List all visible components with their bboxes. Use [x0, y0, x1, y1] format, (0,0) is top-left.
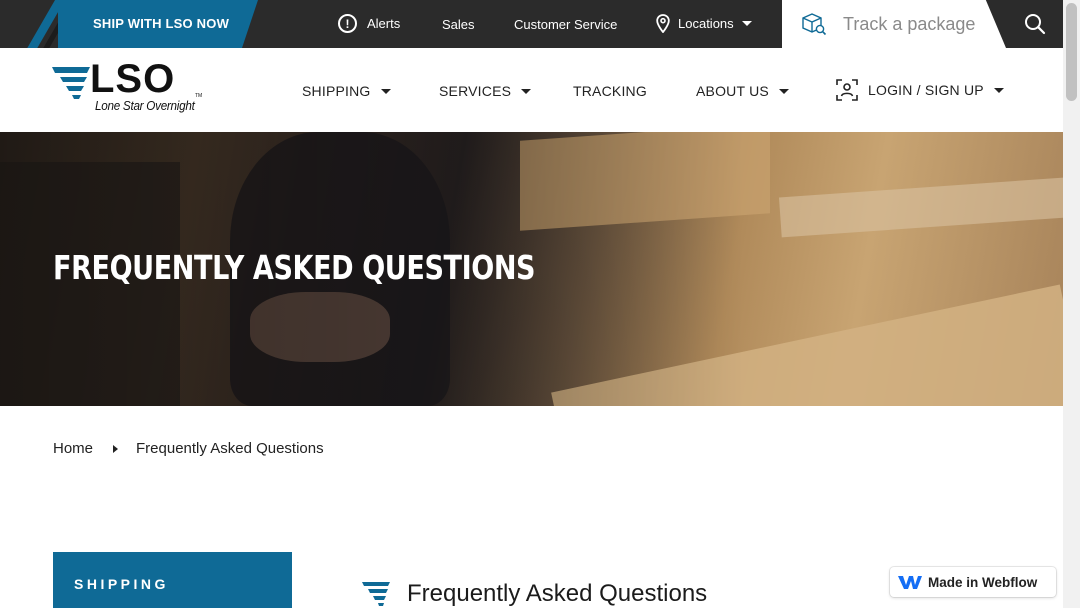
page-title: FREQUENTLY ASKED QUESTIONS: [53, 248, 536, 287]
lso-logo[interactable]: LSO TM Lone Star Overnight: [52, 59, 212, 116]
nav-login-label: LOGIN / SIGN UP: [868, 82, 984, 98]
scrollbar-thumb[interactable]: [1066, 3, 1077, 101]
nav-tracking[interactable]: TRACKING: [573, 83, 647, 99]
ship-with-lso-button[interactable]: SHIP WITH LSO NOW: [0, 0, 258, 48]
sales-link[interactable]: Sales: [442, 17, 475, 32]
alerts-link[interactable]: ! Alerts: [338, 14, 400, 33]
nav-tracking-label: TRACKING: [573, 83, 647, 99]
nav-services-label: SERVICES: [439, 83, 512, 99]
logo-wordmark: LSO: [90, 57, 176, 101]
nav-services[interactable]: SERVICES: [439, 83, 532, 99]
sidebar-tab-shipping[interactable]: SHIPPING: [53, 552, 292, 608]
chevron-down-icon: [993, 87, 1004, 93]
chevron-down-icon: [741, 21, 752, 26]
made-in-webflow-badge[interactable]: Made in Webflow: [890, 567, 1056, 597]
locations-label: Locations: [678, 16, 734, 31]
breadcrumb-home-link[interactable]: Home: [53, 440, 93, 457]
nav-login-signup[interactable]: LOGIN / SIGN UP: [836, 79, 1004, 101]
breadcrumb-arrow-icon: [113, 444, 119, 453]
logo-tagline: Lone Star Overnight: [95, 98, 195, 113]
chevron-down-icon: [778, 88, 789, 94]
logo-speed-bars-icon: [52, 67, 90, 99]
hero-banner: FREQUENTLY ASKED QUESTIONS: [0, 132, 1063, 406]
page-scrollbar[interactable]: [1063, 0, 1080, 608]
nav-about-label: ABOUT US: [696, 83, 769, 99]
utility-bar: SHIP WITH LSO NOW ! Alerts Sales Custome…: [0, 0, 1063, 48]
package-search-icon: [802, 13, 827, 36]
track-package-field[interactable]: Track a package: [782, 0, 1006, 48]
nav-about-us[interactable]: ABOUT US: [696, 83, 789, 99]
chevron-down-icon: [380, 88, 391, 94]
breadcrumb: Home Frequently Asked Questions: [53, 440, 324, 457]
ship-with-lso-label: SHIP WITH LSO NOW: [93, 16, 230, 31]
sidebar-tab-label: SHIPPING: [74, 576, 169, 592]
alert-icon: !: [338, 14, 357, 33]
search-icon[interactable]: [1024, 13, 1046, 35]
main-nav: LSO TM Lone Star Overnight SHIPPING SERV…: [0, 48, 1063, 132]
chevron-down-icon: [521, 88, 532, 94]
locations-dropdown[interactable]: Locations: [656, 14, 752, 33]
nav-shipping-label: SHIPPING: [302, 83, 371, 99]
faq-heading: Frequently Asked Questions: [362, 580, 707, 608]
logo-trademark: TM: [195, 93, 203, 99]
user-scan-icon: [836, 79, 858, 101]
faq-heading-text: Frequently Asked Questions: [407, 580, 708, 607]
webflow-logo-icon: [898, 576, 922, 589]
breadcrumb-current: Frequently Asked Questions: [136, 440, 324, 457]
speed-bars-icon: [362, 582, 390, 606]
webflow-badge-label: Made in Webflow: [928, 574, 1038, 590]
location-pin-icon: [656, 14, 670, 33]
track-package-placeholder: Track a package: [843, 14, 976, 34]
customer-service-link[interactable]: Customer Service: [514, 17, 617, 32]
alerts-label: Alerts: [367, 16, 401, 31]
nav-shipping[interactable]: SHIPPING: [302, 83, 391, 99]
